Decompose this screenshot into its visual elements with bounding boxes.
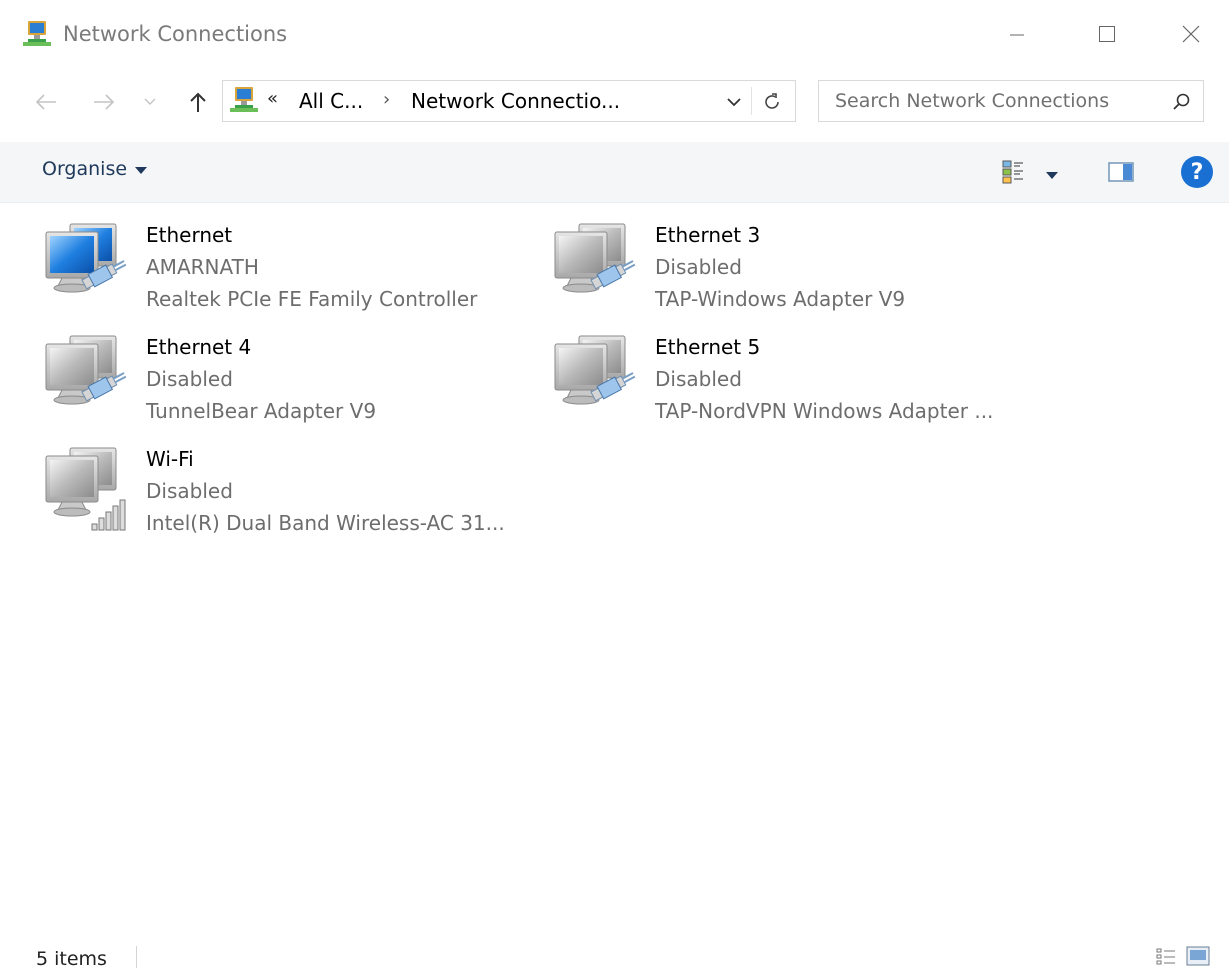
- network-connections-icon: [230, 87, 258, 112]
- address-bar[interactable]: « All C... › Network Connectio...: [222, 80, 796, 122]
- dropdown-arrow-icon: [135, 167, 148, 174]
- details-view-icon[interactable]: [1156, 948, 1176, 966]
- network-connections-icon: [23, 21, 51, 46]
- connection-name: Ethernet 4: [146, 335, 252, 359]
- back-arrow-icon: [35, 94, 56, 110]
- organise-menu-button[interactable]: Organise: [42, 158, 148, 180]
- preview-pane-icon[interactable]: [1108, 161, 1134, 183]
- search-icon[interactable]: [1171, 91, 1193, 113]
- forward-button[interactable]: [88, 86, 120, 118]
- forward-arrow-icon: [94, 94, 115, 110]
- connection-device: TAP-Windows Adapter V9: [655, 287, 906, 311]
- breadcrumb-separator[interactable]: ›: [383, 89, 390, 110]
- change-view-icon[interactable]: [1002, 160, 1024, 184]
- connection-item-ethernet-5[interactable]: Ethernet 5 Disabled TAP-NordVPN Windows …: [549, 332, 1019, 432]
- status-bar: 5 items: [0, 940, 1229, 970]
- connection-status: Disabled: [655, 367, 742, 391]
- minimize-button[interactable]: [994, 14, 1040, 54]
- maximize-icon: [1099, 26, 1115, 42]
- connection-item-ethernet[interactable]: Ethernet AMARNATH Realtek PCIe FE Family…: [40, 220, 510, 320]
- large-icons-view-icon[interactable]: [1186, 946, 1210, 966]
- title-bar: Network Connections: [0, 0, 1229, 70]
- connection-device: TAP-NordVPN Windows Adapter ...: [655, 399, 994, 423]
- chevron-down-icon: [144, 98, 156, 105]
- up-button[interactable]: [182, 86, 214, 118]
- close-button[interactable]: [1168, 14, 1214, 54]
- connection-status: AMARNATH: [146, 255, 259, 279]
- item-count: 5 items: [36, 948, 107, 970]
- window-title: Network Connections: [63, 22, 288, 46]
- refresh-icon[interactable]: [759, 89, 785, 115]
- recent-locations-button[interactable]: [140, 86, 160, 118]
- status-separator: [136, 946, 137, 968]
- address-divider: [751, 87, 752, 115]
- ethernet-disabled-icon: [554, 335, 636, 405]
- wifi-disabled-icon: [45, 447, 126, 531]
- ethernet-connection-icon: [45, 223, 127, 293]
- connection-status: Disabled: [146, 479, 233, 503]
- close-icon: [1182, 25, 1200, 43]
- address-dropdown-icon[interactable]: [723, 91, 745, 113]
- connection-device: Realtek PCIe FE Family Controller: [146, 287, 478, 311]
- breadcrumb-all-control-panel[interactable]: All C...: [299, 89, 363, 113]
- connection-item-ethernet-3[interactable]: Ethernet 3 Disabled TAP-Windows Adapter …: [549, 220, 1019, 320]
- ethernet-disabled-icon: [554, 223, 636, 293]
- connection-status: Disabled: [655, 255, 742, 279]
- connection-device: Intel(R) Dual Band Wireless-AC 31...: [146, 511, 505, 535]
- maximize-button[interactable]: [1084, 14, 1130, 54]
- overflow-chevron[interactable]: «: [267, 88, 278, 109]
- minimize-icon: [1010, 34, 1024, 36]
- signal-bars-icon: [91, 499, 126, 531]
- organise-label: Organise: [42, 158, 128, 180]
- search-box[interactable]: Search Network Connections: [818, 80, 1204, 122]
- connection-name: Wi-Fi: [146, 447, 194, 471]
- connection-item-ethernet-4[interactable]: Ethernet 4 Disabled TunnelBear Adapter V…: [40, 332, 510, 432]
- connection-name: Ethernet 3: [655, 223, 761, 247]
- connection-name: Ethernet 5: [655, 335, 761, 359]
- breadcrumb-network-connections[interactable]: Network Connectio...: [411, 89, 620, 113]
- connection-device: TunnelBear Adapter V9: [146, 399, 377, 423]
- connection-status: Disabled: [146, 367, 233, 391]
- back-button[interactable]: [30, 86, 62, 118]
- connection-name: Ethernet: [146, 223, 233, 247]
- more-options-arrow-icon[interactable]: [1046, 172, 1058, 179]
- ethernet-disabled-icon: [45, 335, 127, 405]
- up-arrow-icon: [190, 92, 206, 112]
- connection-item-wifi[interactable]: Wi-Fi Disabled Intel(R) Dual Band Wirele…: [40, 444, 510, 544]
- help-icon[interactable]: ?: [1181, 156, 1213, 188]
- command-bar: Organise ?: [0, 142, 1229, 203]
- search-input[interactable]: Search Network Connections: [835, 90, 1109, 112]
